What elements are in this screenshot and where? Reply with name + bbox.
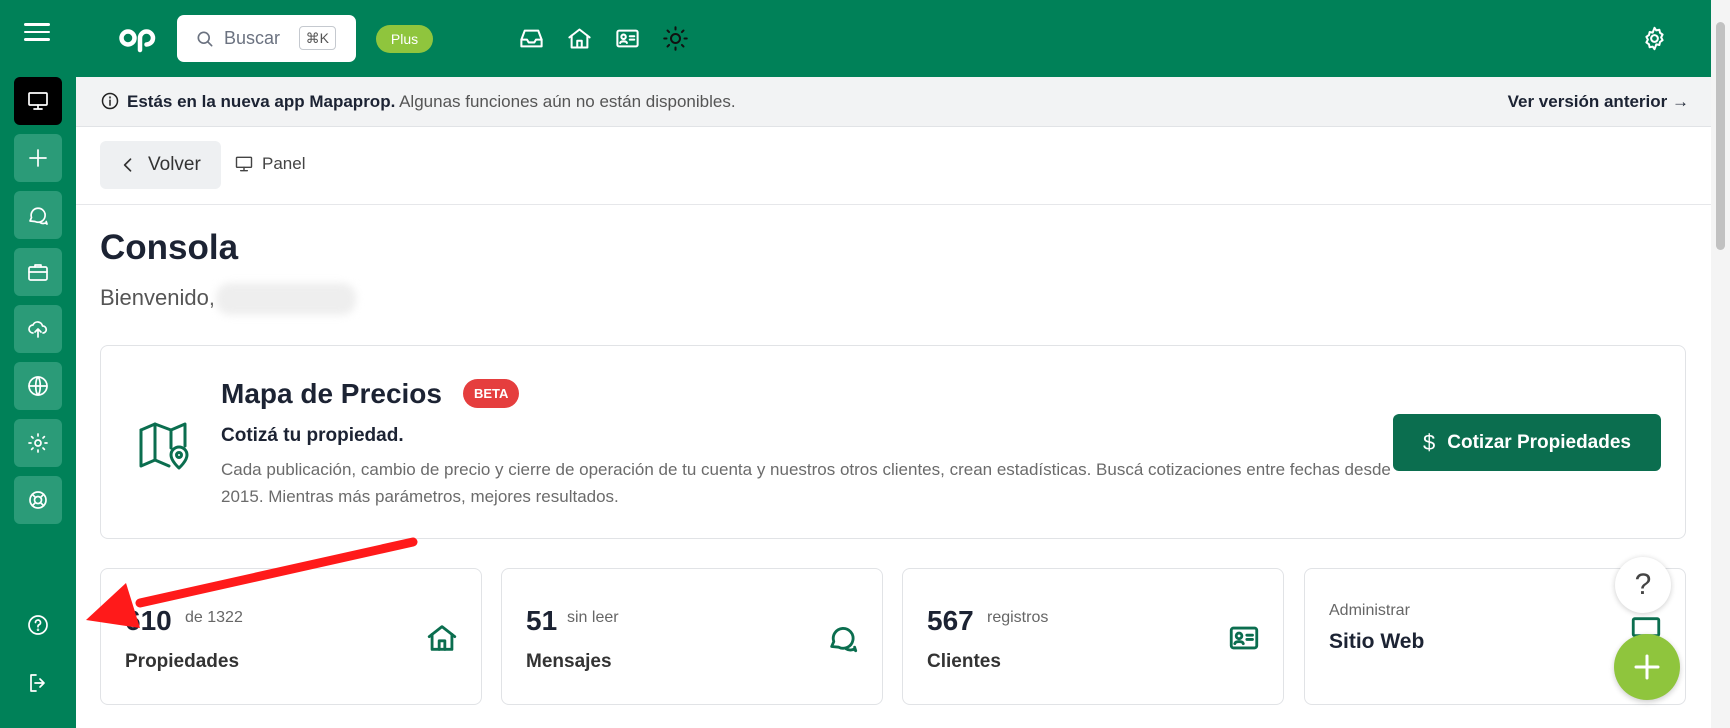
info-icon xyxy=(100,91,120,111)
clients-count: 567 xyxy=(927,605,974,636)
contacts-button[interactable] xyxy=(611,22,643,54)
search-placeholder: Buscar xyxy=(224,28,281,48)
logo-icon xyxy=(119,29,156,53)
sidebar xyxy=(0,0,76,728)
top-bar: Buscar ⌘K Plus xyxy=(76,0,1730,77)
help-circle-icon xyxy=(28,615,48,635)
back-label: Volver xyxy=(148,154,201,175)
briefcase-icon xyxy=(28,264,48,281)
search-input[interactable]: Buscar ⌘K xyxy=(177,15,356,62)
chevron-left-icon xyxy=(123,158,132,172)
add-floating-button[interactable] xyxy=(1614,634,1680,700)
properties-total: de 1322 xyxy=(185,609,243,626)
help-floating-button[interactable]: ? xyxy=(1615,557,1671,613)
sun-icon xyxy=(662,25,688,51)
home-icon xyxy=(567,27,591,49)
welcome-text: Bienvenido, xyxy=(100,285,215,310)
mapaprop-logo[interactable] xyxy=(118,22,158,54)
home-icon xyxy=(425,621,459,655)
sidebar-item-panel[interactable] xyxy=(14,77,62,125)
quote-properties-button[interactable]: $ Cotizar Propiedades xyxy=(1393,414,1661,471)
chat-icon xyxy=(826,621,860,655)
monitor-icon xyxy=(28,92,48,110)
info-banner: Estás en la nueva app Mapaprop. Algunas … xyxy=(76,77,1711,127)
redacted-username xyxy=(216,283,356,315)
sidebar-item-portals[interactable] xyxy=(14,305,62,353)
contact-card-icon xyxy=(615,29,639,47)
map-card-description: Cada publicación, cambio de precio y cie… xyxy=(221,460,1391,506)
search-shortcut-badge: ⌘K xyxy=(298,26,336,50)
settings-button[interactable] xyxy=(1638,22,1670,54)
website-label: Sitio Web xyxy=(1329,630,1425,653)
monitor-icon xyxy=(235,156,253,172)
back-button[interactable]: Volver xyxy=(100,141,221,189)
clients-label: Clientes xyxy=(927,651,1001,672)
sidebar-item-messages[interactable] xyxy=(14,191,62,239)
page-scrollbar[interactable] xyxy=(1711,0,1730,728)
logout-icon xyxy=(30,674,45,692)
plan-badge: Plus xyxy=(376,25,433,53)
inbox-button[interactable] xyxy=(515,22,547,54)
price-map-card: Mapa de Precios BETA Cotizá tu propiedad… xyxy=(100,345,1686,539)
search-icon xyxy=(197,31,213,47)
messages-label: Mensajes xyxy=(526,651,612,672)
map-card-title: Mapa de Precios xyxy=(221,378,442,409)
sidebar-item-operations[interactable] xyxy=(14,248,62,296)
nav-row: Volver Panel xyxy=(76,127,1711,205)
website-admin-label: Administrar xyxy=(1329,602,1410,619)
sidebar-item-add[interactable] xyxy=(14,134,62,182)
map-pin-icon xyxy=(137,418,193,474)
messages-unread: sin leer xyxy=(567,609,619,626)
dollar-icon: $ xyxy=(1423,429,1436,455)
scrollbar-thumb[interactable] xyxy=(1716,22,1725,250)
sidebar-help-button[interactable] xyxy=(22,609,54,641)
previous-version-link[interactable]: Ver versión anterior → xyxy=(1508,92,1689,112)
properties-label: Propiedades xyxy=(125,651,240,672)
clients-records: registros xyxy=(987,609,1049,626)
messages-count: 51 xyxy=(526,605,558,636)
banner-text: Algunas funciones aún no están disponibl… xyxy=(395,92,736,111)
breadcrumb-panel[interactable]: Panel xyxy=(234,154,305,174)
globe-icon xyxy=(28,376,48,396)
stat-card-properties[interactable]: 610 de 1322 Propiedades xyxy=(100,568,482,705)
banner-message: Estás en la nueva app Mapaprop. Algunas … xyxy=(127,92,736,112)
quote-button-label: Cotizar Propiedades xyxy=(1447,431,1631,453)
beta-badge: BETA xyxy=(463,379,520,408)
gear-icon xyxy=(28,433,48,453)
plus-icon xyxy=(1634,654,1660,680)
plus-icon xyxy=(29,149,47,167)
theme-toggle-button[interactable] xyxy=(659,22,691,54)
hamburger-menu-icon[interactable] xyxy=(24,22,52,42)
sidebar-logout-button[interactable] xyxy=(22,667,54,699)
stat-card-messages[interactable]: 51 sin leer Mensajes xyxy=(501,568,883,705)
banner-bold-text: Estás en la nueva app Mapaprop. xyxy=(127,92,396,111)
stat-card-clients[interactable]: 567 registros Clientes xyxy=(902,568,1284,705)
cloud-icon xyxy=(28,321,48,338)
chat-icon xyxy=(29,207,48,225)
settings-icon xyxy=(1644,26,1664,50)
contact-card-icon xyxy=(1227,621,1261,655)
sidebar-item-settings[interactable] xyxy=(14,419,62,467)
properties-button[interactable] xyxy=(563,22,595,54)
sidebar-item-website[interactable] xyxy=(14,362,62,410)
inbox-icon xyxy=(519,29,543,47)
properties-count: 610 xyxy=(125,605,172,636)
sidebar-item-support[interactable] xyxy=(14,476,62,524)
page-title: Consola xyxy=(100,228,239,267)
map-card-subtitle: Cotizá tu propiedad. xyxy=(221,425,404,446)
breadcrumb-label: Panel xyxy=(262,154,306,173)
lifebuoy-icon xyxy=(29,491,47,509)
